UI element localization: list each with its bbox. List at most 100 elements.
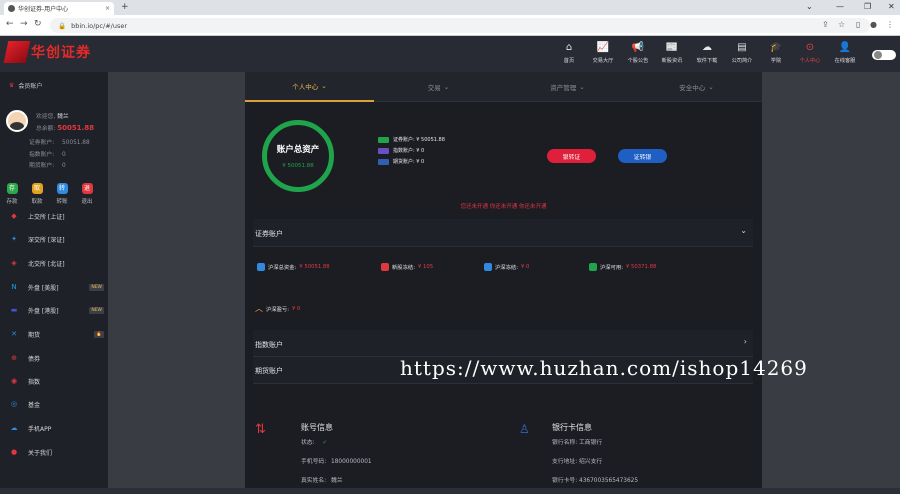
sidepanel-icon[interactable]: ▯ bbox=[856, 20, 860, 29]
quick-action-2[interactable]: 转转账 bbox=[54, 183, 70, 205]
topnav-item-1[interactable]: 📈 交易大厅 bbox=[586, 42, 620, 64]
url-field[interactable]: 🔒 bbin.io/pc/#/user bbox=[50, 18, 870, 33]
quick-action-0[interactable]: 存存款 bbox=[4, 183, 20, 205]
site-logo[interactable]: 华创证券 bbox=[3, 41, 91, 63]
minimize-icon[interactable]: — bbox=[836, 2, 844, 11]
sidebar-item-6[interactable]: ⊕ 债券 bbox=[0, 347, 108, 369]
index-value: 0 bbox=[62, 152, 66, 158]
transfer-button-1[interactable]: 证转银 bbox=[618, 149, 667, 163]
account-info-title: 账号信息 bbox=[301, 423, 333, 432]
sidebar-item-3[interactable]: N 外盘 [美股] NEW bbox=[0, 276, 108, 298]
total-label: 总余额: bbox=[36, 126, 56, 132]
topnav-item-2[interactable]: 📢 个股公告 bbox=[621, 42, 655, 64]
sidebar-item-8[interactable]: ◎ 基金 bbox=[0, 393, 108, 415]
logo-text: 华创证券 bbox=[31, 45, 91, 61]
profile-icon[interactable]: ● bbox=[870, 20, 877, 29]
stat-icon bbox=[484, 263, 492, 271]
quick-action-3[interactable]: 退退出 bbox=[79, 183, 95, 205]
greeting: 欢迎您, 魏兰 bbox=[36, 111, 69, 120]
topnav-label: 新股资讯 bbox=[661, 58, 683, 64]
topnav-item-5[interactable]: ▤ 公司简介 bbox=[725, 42, 759, 64]
branch-row: 支行地址: 绍兴支行 bbox=[552, 456, 638, 465]
market-icon: ◈ bbox=[11, 259, 17, 267]
academy-icon: 🎓 bbox=[769, 42, 783, 53]
address-bar-row: ← → ↻ 🔒 bbin.io/pc/#/user ⇪ ☆ ▯ ● ⋮ bbox=[0, 15, 900, 36]
quick-action-1[interactable]: 取取款 bbox=[29, 183, 45, 205]
bank-name-row: 银行名称: 工商银行 bbox=[552, 437, 638, 446]
sidebar-item-label: 北交所 [北证] bbox=[28, 260, 65, 268]
sidebar-item-4[interactable]: ▬ 外盘 [港股] NEW bbox=[0, 299, 108, 321]
topnav-item-7[interactable]: ⊙ 个人中心 bbox=[793, 42, 827, 64]
sidebar-item-label: 外盘 [港股] bbox=[28, 307, 59, 315]
sidebar-item-1[interactable]: ✦ 深交所 [深证] bbox=[0, 228, 108, 250]
topnav-item-4[interactable]: ☁ 软件下载 bbox=[690, 42, 724, 64]
support-icon: 👤 bbox=[838, 42, 852, 53]
transfer-button-0[interactable]: 银转证 bbox=[547, 149, 596, 163]
total-assets-ring: 账户总资产 ¥ 50051.88 bbox=[262, 120, 334, 192]
chevron-down-icon: ⌄ bbox=[579, 83, 585, 91]
index-section-header[interactable]: 指数账户 › bbox=[253, 330, 753, 357]
sidebar-item-2[interactable]: ◈ 北交所 [北证] bbox=[0, 252, 108, 274]
user-icon: ⊙ bbox=[805, 42, 815, 53]
browser-tab[interactable]: 华创证券-用户中心 × bbox=[4, 2, 114, 15]
topnav-item-6[interactable]: 🎓 学院 bbox=[759, 42, 793, 64]
reload-icon[interactable]: ↻ bbox=[34, 19, 42, 29]
chart-icon: 📈 bbox=[596, 42, 610, 53]
topnav-label: 个股公告 bbox=[627, 58, 649, 64]
left-gutter bbox=[108, 72, 245, 488]
index-balance: 指数账户: 0 bbox=[29, 149, 66, 158]
market-icon: ◉ bbox=[10, 377, 18, 385]
main-panel: 个人中心 ⌄ 交易 ⌄ 资产管理 ⌄ 安全中心 ⌄ 账户总资产 ¥ 50051.88 … bbox=[245, 72, 762, 488]
tab-3[interactable]: 安全中心 ⌄ bbox=[632, 72, 761, 102]
market-icon: ▬ bbox=[10, 306, 18, 314]
chevron-down-icon: ⌄ bbox=[740, 226, 747, 235]
tab-label: 个人中心 bbox=[292, 83, 319, 91]
quick-action-icon: 转 bbox=[56, 183, 68, 194]
avatar[interactable] bbox=[6, 110, 28, 132]
sidebar-item-label: 指数 bbox=[28, 378, 41, 386]
sidebar-item-9[interactable]: ☁ 手机APP bbox=[0, 417, 108, 439]
market-icon: ◆ bbox=[11, 212, 17, 220]
back-icon[interactable]: ← bbox=[6, 19, 14, 29]
legend-item-2: 期货账户: ¥ 0 bbox=[378, 158, 424, 165]
topnav-item-3[interactable]: 📰 新股资讯 bbox=[655, 42, 689, 64]
tab-0[interactable]: 个人中心 ⌄ bbox=[245, 72, 374, 102]
tab-1[interactable]: 交易 ⌄ bbox=[374, 72, 503, 102]
topnav-label: 公司简介 bbox=[731, 58, 753, 64]
topnav-item-0[interactable]: ⌂ 首页 bbox=[552, 42, 586, 64]
phone-row: 手机号码: 18000000001 bbox=[301, 456, 372, 465]
restore-icon[interactable]: ❐ bbox=[864, 2, 871, 11]
chevron-down-icon[interactable]: ⌄ bbox=[806, 2, 813, 11]
share-icon[interactable]: ⇪ bbox=[822, 20, 829, 29]
forward-icon[interactable]: → bbox=[20, 19, 28, 29]
bookmark-star-icon[interactable]: ☆ bbox=[838, 20, 845, 29]
right-gutter bbox=[762, 72, 900, 488]
new-tab-button[interactable]: + bbox=[121, 2, 129, 12]
profit-stat: ︿ 沪深盈亏: ¥ 0 bbox=[255, 303, 300, 314]
total-value: 50051.88 bbox=[57, 124, 94, 132]
tab-2[interactable]: 资产管理 ⌄ bbox=[503, 72, 632, 102]
new-badge: NEW bbox=[89, 283, 104, 291]
market-icon: N bbox=[11, 283, 17, 291]
stat-value: ¥ 0 bbox=[520, 264, 530, 270]
sidebar-item-label: 深交所 [深证] bbox=[28, 236, 65, 244]
topnav-label: 在线客服 bbox=[834, 58, 856, 64]
sidebar-item-0[interactable]: ◆ 上交所 [上证] bbox=[0, 205, 108, 227]
sub-tabs: 个人中心 ⌄ 交易 ⌄ 资产管理 ⌄ 安全中心 ⌄ bbox=[245, 72, 762, 102]
new-badge: 🔥 bbox=[94, 330, 104, 338]
menu-kebab-icon[interactable]: ⋮ bbox=[886, 20, 894, 29]
theme-toggle[interactable] bbox=[872, 50, 896, 60]
branch-label: 支行地址: bbox=[552, 459, 578, 465]
stat-value: ¥ 105 bbox=[417, 264, 434, 270]
close-tab-icon[interactable]: × bbox=[105, 5, 110, 12]
sidebar-item-10[interactable]: ● 关于我们 bbox=[0, 441, 108, 463]
legend-swatch bbox=[378, 136, 389, 143]
securities-section-header[interactable]: 证券账户 ⌄ bbox=[253, 219, 753, 247]
sidebar-item-5[interactable]: ✕ 期货 🔥 bbox=[0, 323, 108, 345]
sidebar-item-7[interactable]: ◉ 指数 bbox=[0, 370, 108, 392]
market-icon: ☁ bbox=[10, 424, 18, 432]
close-window-icon[interactable]: ✕ bbox=[888, 2, 895, 11]
member-header: ♛ 会员账户 bbox=[9, 81, 42, 90]
topnav-item-8[interactable]: 👤 在线客服 bbox=[828, 42, 862, 64]
legend-label: 指数账户: ¥ 0 bbox=[393, 148, 425, 154]
